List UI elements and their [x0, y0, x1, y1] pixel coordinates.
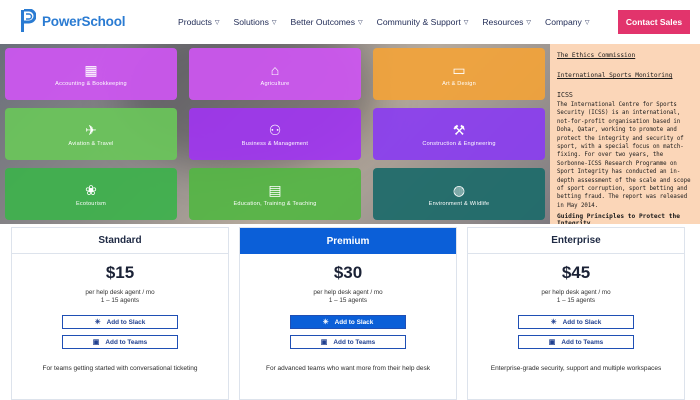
powerschool-logo[interactable]: PowerSchool: [20, 8, 126, 33]
teams-icon: ▣: [548, 339, 556, 346]
plan-card-standard: Standard $15 per help desk agent / mo 1 –…: [11, 227, 229, 400]
nav-company[interactable]: Company ▽: [545, 17, 589, 27]
article-body: The International Centre for Sports Secu…: [557, 102, 691, 209]
globe-icon: ◍: [452, 181, 466, 198]
plan-price: $15: [105, 263, 135, 282]
add-to-slack-button[interactable]: ✳ Add to Slack: [518, 315, 634, 329]
article-subheading: Guiding Principles to Protect the Integr…: [557, 213, 680, 224]
add-to-slack-button[interactable]: ✳ Add to Slack: [62, 315, 178, 329]
add-to-teams-button[interactable]: ▣ Add to Teams: [290, 335, 406, 349]
airplane-icon: ✈: [85, 121, 97, 138]
plan-description: Enterprise-grade security, support and m…: [490, 365, 662, 372]
add-to-teams-button[interactable]: ▣ Add to Teams: [518, 335, 634, 349]
button-label: Add to Teams: [561, 338, 604, 346]
sports-monitoring-link[interactable]: International Sports Monitoring: [557, 72, 693, 79]
plan-price: $30: [333, 263, 363, 282]
nav-label: Resources: [482, 17, 524, 27]
contact-sales-button[interactable]: Contact Sales: [618, 10, 690, 34]
category-label: Agriculture: [260, 80, 290, 87]
category-label: Education, Training & Teaching: [233, 200, 317, 207]
category-tile-ecotourism[interactable]: ❀ Ecotourism: [5, 168, 177, 220]
plan-per: per help desk agent / mo: [85, 289, 155, 296]
category-label: Art & Design: [442, 80, 476, 87]
main-nav: Products ▽ Solutions ▽ Better Outcomes ▽ Co…: [178, 17, 603, 27]
nav-label: Products: [178, 17, 212, 27]
chevron-down-icon: ▽: [463, 19, 469, 26]
nav-products[interactable]: Products ▽: [178, 17, 220, 27]
plan-description: For advanced teams who want more from th…: [265, 365, 431, 372]
category-label: Aviation & Travel: [68, 140, 114, 147]
plan-unit: per help desk agent / mo 1 – 15 agents: [12, 289, 228, 305]
nav-label: Company: [545, 17, 582, 27]
chevron-down-icon: ▽: [271, 19, 277, 26]
category-tile-business[interactable]: ⚇ Business & Management: [189, 108, 361, 160]
logo-p-icon: [20, 8, 37, 33]
category-tile-agriculture[interactable]: ⌂ Agriculture: [189, 48, 361, 100]
chevron-down-icon: ▽: [358, 19, 363, 26]
category-label: Construction & Engineering: [422, 140, 496, 147]
ethics-commission-link[interactable]: The Ethics Commission: [557, 52, 693, 59]
nav-label: Better Outcomes: [290, 17, 356, 27]
slack-icon: ✳: [550, 319, 557, 326]
plan-name: Enterprise: [468, 228, 684, 254]
plan-price: $45: [561, 263, 591, 282]
article-panel: The Ethics Commission International Spor…: [550, 44, 700, 224]
category-label: Environment & Wildlife: [428, 200, 490, 207]
crane-icon: ⚒: [452, 121, 466, 138]
category-label: Business & Management: [241, 140, 309, 147]
category-tile-art-design[interactable]: ▭ Art & Design: [373, 48, 545, 100]
logo-text: PowerSchool: [42, 13, 126, 29]
plan-card-enterprise: Enterprise $45 per help desk agent / mo 1…: [467, 227, 685, 400]
plan-agents: 1 – 15 agents: [556, 297, 596, 304]
category-tile-construction[interactable]: ⚒ Construction & Engineering: [373, 108, 545, 160]
nav-resources[interactable]: Resources ▽: [482, 17, 531, 27]
slack-icon: ✳: [94, 319, 101, 326]
category-label: Accounting & Bookkeeping: [55, 80, 127, 87]
calculator-icon: ▦: [84, 61, 98, 78]
plan-per: per help desk agent / mo: [313, 289, 383, 296]
nav-label: Community & Support: [376, 17, 461, 27]
plan-description: For teams getting started with conversat…: [42, 365, 198, 372]
article-heading: ICSS: [557, 91, 573, 99]
eco-icon: ❀: [85, 181, 97, 198]
plan-name: Premium: [240, 228, 456, 254]
monitor-icon: ▭: [452, 61, 466, 78]
nav-better-outcomes[interactable]: Better Outcomes ▽: [291, 17, 363, 27]
plan-agents: 1 – 15 agents: [100, 297, 140, 304]
barn-icon: ⌂: [270, 61, 280, 78]
button-label: Add to Teams: [333, 338, 376, 346]
top-header: PowerSchool Products ▽ Solutions ▽ Better …: [0, 0, 700, 44]
button-label: Add to Slack: [562, 318, 602, 326]
button-label: Add to Teams: [105, 338, 148, 346]
slack-icon: ✳: [322, 319, 329, 326]
button-label: Add to Slack: [106, 318, 146, 326]
add-to-slack-button[interactable]: ✳ Add to Slack: [290, 315, 406, 329]
category-label: Ecotourism: [76, 200, 106, 207]
chevron-down-icon: ▽: [584, 19, 590, 26]
category-grid: ▦ Accounting & Bookkeeping ⌂ Agriculture…: [0, 44, 550, 224]
category-tile-aviation[interactable]: ✈ Aviation & Travel: [5, 108, 177, 160]
nav-community-support[interactable]: Community & Support ▽: [377, 17, 469, 27]
plan-agents: 1 – 15 agents: [328, 297, 368, 304]
button-label: Add to Slack: [334, 318, 374, 326]
chevron-down-icon: ▽: [526, 19, 532, 26]
plan-unit: per help desk agent / mo 1 – 15 agents: [240, 289, 456, 305]
plan-unit: per help desk agent / mo 1 – 15 agents: [468, 289, 684, 305]
plan-card-premium: Premium $30 per help desk agent / mo 1 – …: [239, 227, 457, 400]
category-tile-environment[interactable]: ◍ Environment & Wildlife: [373, 168, 545, 220]
chevron-down-icon: ▽: [214, 19, 220, 26]
category-tile-accounting[interactable]: ▦ Accounting & Bookkeeping: [5, 48, 177, 100]
org-chart-icon: ⚇: [268, 121, 282, 138]
plan-per: per help desk agent / mo: [541, 289, 611, 296]
teams-icon: ▣: [320, 339, 328, 346]
add-to-teams-button[interactable]: ▣ Add to Teams: [62, 335, 178, 349]
presentation-icon: ▤: [268, 181, 282, 198]
teams-icon: ▣: [92, 339, 100, 346]
nav-solutions[interactable]: Solutions ▽: [234, 17, 277, 27]
category-tile-education[interactable]: ▤ Education, Training & Teaching: [189, 168, 361, 220]
plan-name: Standard: [12, 228, 228, 254]
nav-label: Solutions: [233, 17, 269, 27]
